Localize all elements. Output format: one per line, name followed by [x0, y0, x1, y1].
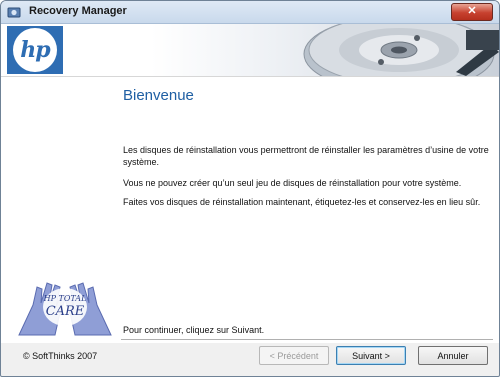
copyright-text: © SoftThinks 2007 — [23, 351, 98, 361]
svg-text:CARE: CARE — [46, 304, 85, 319]
make-discs-paragraph: Faites vos disques de réinstallation mai… — [123, 197, 481, 207]
single-set-paragraph: Vous ne pouvez créer qu’un seul jeu de d… — [123, 178, 462, 188]
previous-button[interactable]: < Précédent — [259, 346, 329, 365]
continue-instruction: Pour continuer, cliquez sur Suivant. — [123, 325, 265, 335]
hp-logo-text: hp — [20, 37, 50, 63]
recovery-manager-app-icon — [7, 7, 21, 18]
hp-total-care-logo: HP TOTAL CARE — [18, 282, 112, 336]
close-icon: ✕ — [467, 5, 477, 17]
footer-divider — [121, 339, 493, 340]
close-button[interactable]: ✕ — [451, 3, 493, 21]
next-button[interactable]: Suivant > — [336, 346, 406, 365]
hp-logo-circle: hp — [13, 28, 57, 72]
cancel-button[interactable]: Annuler — [418, 346, 488, 365]
title-bar[interactable]: Recovery Manager ✕ — [1, 1, 499, 24]
page-title: Bienvenue — [123, 87, 194, 104]
recovery-manager-window: Recovery Manager ✕ hp Bienvenue Les disq… — [0, 0, 500, 377]
window-title: Recovery Manager — [29, 5, 127, 17]
hp-logo: hp — [7, 26, 63, 74]
hard-drive-platter-image — [303, 24, 499, 76]
header-banner: hp — [1, 24, 499, 77]
intro-paragraph: Les disques de réinstallation vous perme… — [123, 145, 489, 167]
main-content: Bienvenue Les disques de réinstallation … — [1, 77, 499, 343]
svg-text:HP TOTAL: HP TOTAL — [43, 294, 87, 303]
